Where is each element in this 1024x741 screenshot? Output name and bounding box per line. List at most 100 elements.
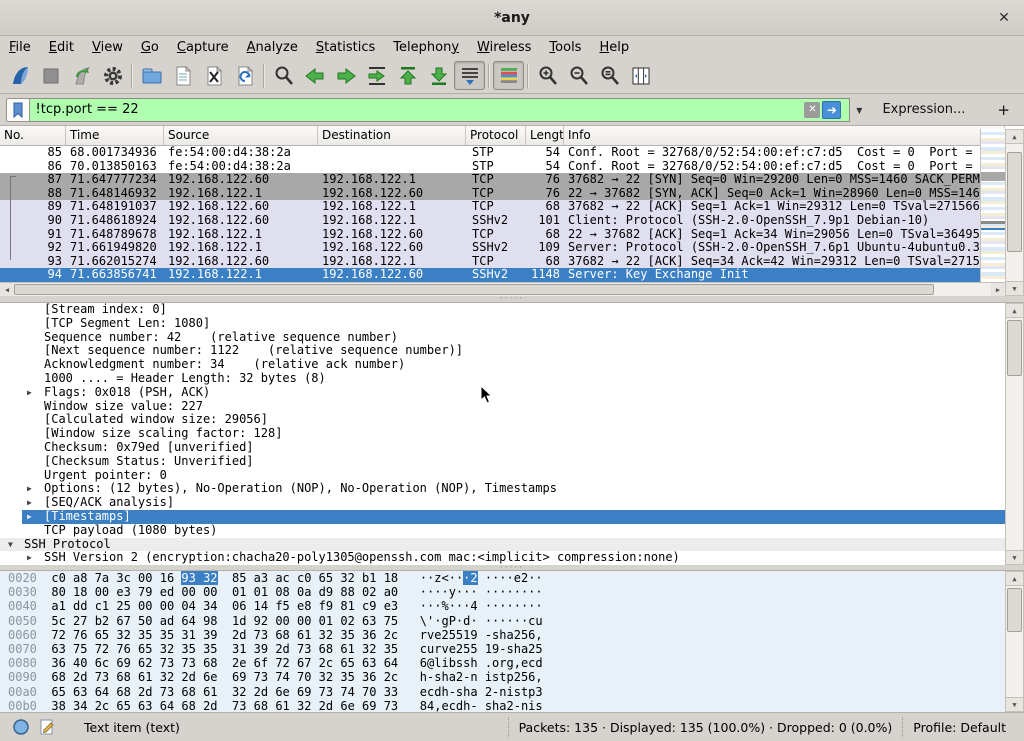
detail-line-tcp-payload[interactable]: TCP payload (1080 bytes) [0,524,1024,538]
detail-line-ssh-protocol[interactable]: ▼SSH Protocol [0,538,1024,552]
zoom-out-button[interactable] [563,61,594,90]
detail-line-options[interactable]: ▶Options: (12 bytes), No-Operation (NOP)… [0,482,1024,496]
hex-row[interactable]: 0080 36 40 6c 69 62 73 73 68 2e 6f 72 67… [0,656,1024,670]
expand-arrow-icon[interactable]: ▶ [27,386,32,400]
menu-file[interactable]: File [0,38,40,57]
column-header-info[interactable]: Info [564,126,1005,145]
display-filter-input[interactable] [30,98,851,122]
go-forward-button[interactable] [330,61,361,90]
detail-line[interactable]: Acknowledgment number: 34 (relative ack … [0,358,1024,372]
menu-statistics[interactable]: Statistics [307,38,384,57]
packet-list-minimap[interactable] [980,129,1005,282]
packet-list-vscroll-thumb[interactable] [1007,152,1022,252]
expand-arrow-icon[interactable]: ▶ [27,482,32,496]
details-vscrollbar[interactable]: ▲ ▼ [1005,303,1024,565]
menu-go[interactable]: Go [132,38,168,57]
detail-line[interactable]: [Next sequence number: 1122 (relative se… [0,344,1024,358]
packet-row-87[interactable]: 8771.647777234192.168.122.60192.168.122.… [0,173,1005,187]
packet-list-hscroll-thumb[interactable] [14,284,934,295]
start-capture-button[interactable] [4,61,35,90]
packet-row-90[interactable]: 9071.648618924192.168.122.60192.168.122.… [0,214,1005,228]
bytes-vscroll-thumb[interactable] [1007,588,1022,632]
save-file-button[interactable] [167,61,198,90]
auto-scroll-button[interactable] [454,61,485,90]
filter-clear-button[interactable]: ✕ [804,102,820,118]
zoom-100-button[interactable] [594,61,625,90]
stop-capture-button[interactable] [35,61,66,90]
capture-options-button[interactable] [97,61,128,90]
go-last-button[interactable] [423,61,454,90]
hex-row[interactable]: 0090 68 2d 73 68 61 32 2d 6e 69 73 74 70… [0,670,1024,684]
detail-line[interactable]: [Calculated window size: 29056] [0,413,1024,427]
details-vscroll-thumb[interactable] [1007,320,1022,376]
detail-line[interactable]: 1000 .... = Header Length: 32 bytes (8) [0,372,1024,386]
packet-row-92[interactable]: 9271.661949820192.168.122.1192.168.122.6… [0,241,1005,255]
detail-line[interactable]: Checksum: 0x79ed [unverified] [0,441,1024,455]
expand-arrow-icon[interactable]: ▶ [27,496,32,510]
detail-line[interactable]: [Checksum Status: Unverified] [0,455,1024,469]
hex-row[interactable]: 0040 a1 dd c1 25 00 00 04 34 06 14 f5 e8… [0,599,1024,613]
menu-wireless[interactable]: Wireless [468,38,540,57]
hex-row[interactable]: 0060 72 76 65 32 35 35 31 39 2d 73 68 61… [0,628,1024,642]
detail-line[interactable]: Sequence number: 42 (relative sequence n… [0,331,1024,345]
profile-text[interactable]: Profile: Default [902,717,1016,738]
hex-row[interactable]: 0070 63 75 72 76 65 32 35 35 31 39 2d 73… [0,642,1024,656]
detail-line[interactable]: Window size value: 227 [0,400,1024,414]
open-file-button[interactable] [136,61,167,90]
packet-row-88[interactable]: 8871.648146932192.168.122.1192.168.122.6… [0,187,1005,201]
go-back-button[interactable] [299,61,330,90]
packet-row-89[interactable]: 8971.648191037192.168.122.60192.168.122.… [0,200,1005,214]
expand-arrow-icon[interactable]: ▶ [27,551,32,565]
expert-info-button[interactable] [12,718,30,736]
packet-row-91[interactable]: 9171.648789678192.168.122.1192.168.122.6… [0,228,1005,242]
hex-row[interactable]: 00b0 38 34 2c 65 63 64 68 2d 73 68 61 32… [0,699,1024,712]
go-first-button[interactable] [392,61,423,90]
zoom-in-button[interactable] [532,61,563,90]
column-header-protocol[interactable]: Protocol [466,126,526,145]
title-bar[interactable]: *any ✕ [0,0,1024,36]
menu-capture[interactable]: Capture [168,38,238,57]
filter-apply-button[interactable]: ➜ [822,101,841,119]
filter-dropdown-arrow-icon[interactable]: ▼ [856,106,862,115]
column-header-length[interactable]: Length [526,126,564,145]
colorize-button[interactable] [493,61,524,90]
detail-line[interactable]: [Stream index: 0] [0,303,1024,317]
scroll-up-icon[interactable]: ▲ [1006,304,1023,318]
packet-list-vscrollbar[interactable]: ▲ ▼ [1005,129,1024,296]
column-header-no[interactable]: No. [0,126,66,145]
menu-view[interactable]: View [83,38,132,57]
scroll-right-icon[interactable]: ▶ [991,283,1005,296]
packet-row-86[interactable]: 8670.013850163fe:54:00:d4:38:2aSTP54Conf… [0,160,1005,174]
column-header-time[interactable]: Time [66,126,164,145]
close-window-button[interactable]: ✕ [994,8,1014,28]
column-header-source[interactable]: Source [164,126,318,145]
find-packet-button[interactable] [268,61,299,90]
expression-button[interactable]: Expression... [876,99,971,120]
scroll-down-icon[interactable]: ▼ [1006,550,1023,564]
detail-line[interactable]: Urgent pointer: 0 [0,469,1024,483]
scroll-up-icon[interactable]: ▲ [1006,572,1023,586]
menu-edit[interactable]: Edit [40,38,83,57]
reload-file-button[interactable] [229,61,260,90]
menu-analyze[interactable]: Analyze [238,38,307,57]
expand-arrow-icon[interactable]: ▶ [27,510,32,524]
add-filter-button[interactable]: + [989,101,1018,119]
hex-row[interactable]: 00a0 65 63 64 68 2d 73 68 61 32 2d 6e 69… [0,685,1024,699]
packet-row-93[interactable]: 9371.662015274192.168.122.60192.168.122.… [0,255,1005,269]
go-to-packet-button[interactable] [361,61,392,90]
detail-line-seq-ack[interactable]: ▶[SEQ/ACK analysis] [0,496,1024,510]
scroll-up-icon[interactable]: ▲ [1006,130,1023,144]
hex-row[interactable]: 0030 80 18 00 e3 79 ed 00 00 01 01 08 0a… [0,585,1024,599]
scroll-down-icon[interactable]: ▼ [1006,697,1023,711]
hex-row[interactable]: 0020 c0 a8 7a 3c 00 16 93 32 85 a3 ac c0… [0,571,1024,585]
close-file-button[interactable] [198,61,229,90]
detail-line[interactable]: [TCP Segment Len: 1080] [0,317,1024,331]
packet-row-85[interactable]: 8568.001734936fe:54:00:d4:38:2aSTP54Conf… [0,146,1005,160]
restart-capture-button[interactable] [66,61,97,90]
collapse-arrow-icon[interactable]: ▼ [8,538,13,552]
menu-tools[interactable]: Tools [540,38,590,57]
bytes-vscrollbar[interactable]: ▲ ▼ [1005,571,1024,712]
filter-bookmark-button[interactable] [6,98,30,122]
menu-telephony[interactable]: Telephony [384,38,468,57]
hex-row[interactable]: 0050 5c 27 b2 67 50 ad 64 98 1d 92 00 00… [0,614,1024,628]
